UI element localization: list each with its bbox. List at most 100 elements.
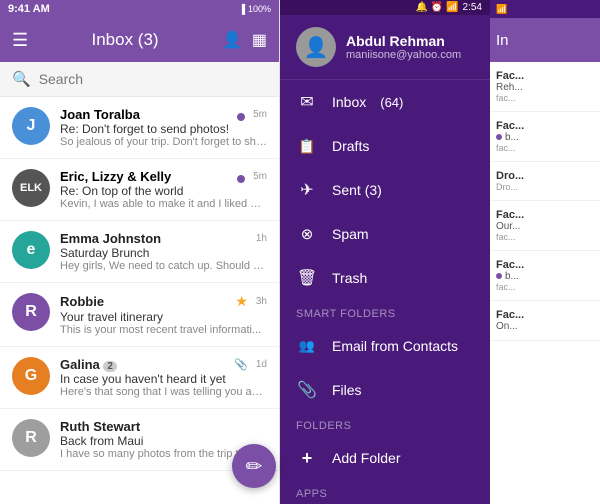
right-preview-2: fac... [496,143,594,153]
nav-item-sent[interactable]: ✈ Sent (3) [280,168,490,212]
email-meta-5: 📎 1d [234,358,267,371]
time-2: 5m [253,171,267,182]
spam-icon: ⊗ [296,223,318,245]
preview-3: Hey girls, We need to catch up. Should I… [60,260,267,272]
right-subject-1: Reh... [496,82,594,93]
right-email-2[interactable]: Fac... b... fac... [490,112,600,162]
subject-5: In case you haven't heard it yet [60,372,267,386]
email-top-3: Emma Johnston 1h [60,231,267,246]
preview-1: So jealous of your trip. Don't forget to… [60,136,267,148]
right-sender-4: Fac... [496,209,594,221]
email-item-1[interactable]: J Joan Toralba 5m Re: Don't forget to se… [0,97,279,159]
nav-item-files[interactable]: 📎 Files [280,368,490,412]
email-item-5[interactable]: G Galina 2 📎 1d In case you haven't hear… [0,347,279,409]
search-input[interactable] [39,71,267,87]
sender-5: Galina 2 [60,357,117,372]
nav-item-contacts[interactable]: 👥 Email from Contacts [280,324,490,368]
email-top-2: Eric, Lizzy & Kelly 5m [60,169,267,184]
inbox-icon: ✉ [296,91,318,113]
email-item-4[interactable]: R Robbie ★ 3h Your travel itinerary This… [0,283,279,347]
header-icons: 👤 ▦ [222,30,267,50]
email-item-3[interactable]: e Emma Johnston 1h Saturday Brunch Hey g… [0,221,279,283]
email-content-2: Eric, Lizzy & Kelly 5m Re: On top of the… [60,169,267,210]
star-icon-4: ★ [235,293,248,310]
apps-label: Apps [280,480,490,504]
right-subject-2: b... [496,132,594,143]
nav-status-icons: 🔔 ⏰ 📶 [416,2,459,13]
email-meta-1: 5m [237,109,267,121]
sender-4: Robbie [60,294,104,309]
nav-item-inbox[interactable]: ✉ Inbox (64) [280,80,490,124]
subject-2: Re: On top of the world [60,184,267,198]
nav-label-contacts: Email from Contacts [332,338,458,354]
email-item-2[interactable]: ELK Eric, Lizzy & Kelly 5m Re: On top of… [0,159,279,221]
sender-3: Emma Johnston [60,231,161,246]
nav-count-inbox: (64) [380,95,403,110]
right-email-5[interactable]: Fac... b... fac... [490,251,600,301]
right-sender-5: Fac... [496,259,594,271]
preview-5: Here's that song that I was telling you … [60,386,267,398]
right-subject-6: On... [496,321,594,332]
account-icon[interactable]: 👤 [222,30,242,50]
nav-item-drafts[interactable]: 📋 Drafts [280,124,490,168]
email-top-5: Galina 2 📎 1d [60,357,267,372]
hamburger-menu-icon[interactable]: ☰ [12,30,28,51]
trash-icon: 🗑 [296,267,318,289]
right-sender-2: Fac... [496,120,594,132]
nav-status-bar: 🔔 ⏰ 📶 2:54 [280,0,490,15]
time-1: 5m [253,109,267,120]
right-header: In [490,18,600,62]
contacts-icon: 👥 [296,335,318,357]
email-top-1: Joan Toralba 5m [60,107,267,122]
time-3: 1h [256,233,267,244]
avatar-6: R [12,419,50,457]
inbox-title: Inbox (3) [92,30,159,50]
unread-dot-1 [237,113,245,121]
unread-dot-2 [237,175,245,183]
compose-icon[interactable]: ▦ [252,30,267,50]
avatar-3: e [12,231,50,269]
right-status-bar: 📶 [490,0,600,18]
nav-status-time: 2:54 [463,2,482,13]
email-meta-4: ★ 3h [235,293,267,310]
nav-label-drafts: Drafts [332,138,369,154]
badge-5: 2 [103,361,117,372]
inbox-panel: 9:41 AM ▐ 100% ☰ Inbox (3) 👤 ▦ 🔍 J Joan … [0,0,280,504]
compose-fab-button[interactable]: ✏ [232,444,276,488]
right-preview-3: Dro... [496,182,594,192]
nav-item-add-folder[interactable]: + Add Folder [280,436,490,480]
right-email-4[interactable]: Fac... Our... fac... [490,201,600,251]
inbox-header: ☰ Inbox (3) 👤 ▦ [0,18,279,62]
battery-level: 100% [248,4,271,14]
nav-user-header[interactable]: 👤 Abdul Rehman maniisone@yahoo.com [280,15,490,80]
right-subject-4: Our... [496,221,594,232]
nav-label-spam: Spam [332,226,369,242]
right-status-icons: 📶 [496,4,507,15]
preview-4: This is your most recent travel informat… [60,324,267,336]
avatar-4: R [12,293,50,331]
subject-1: Re: Don't forget to send photos! [60,122,267,136]
nav-user-info: Abdul Rehman maniisone@yahoo.com [346,33,461,61]
add-folder-icon: + [296,447,318,469]
right-email-6[interactable]: Fac... On... [490,301,600,341]
right-email-3[interactable]: Dro... Dro... [490,162,600,201]
nav-label-sent: Sent (3) [332,182,382,198]
files-icon: 📎 [296,379,318,401]
right-subject-5: b... [496,271,594,282]
right-preview-4: fac... [496,232,594,242]
avatar-5: G [12,357,50,395]
nav-label-files: Files [332,382,362,398]
sent-icon: ✈ [296,179,318,201]
email-content-1: Joan Toralba 5m Re: Don't forget to send… [60,107,267,148]
sender-1: Joan Toralba [60,107,140,122]
sender-6: Ruth Stewart [60,419,140,434]
nav-item-trash[interactable]: 🗑 Trash [280,256,490,300]
subject-4: Your travel itinerary [60,310,267,324]
right-header-title: In [496,32,509,49]
email-meta-2: 5m [237,171,267,183]
sender-2: Eric, Lizzy & Kelly [60,169,171,184]
subject-6: Back from Maui [60,434,267,448]
email-content-4: Robbie ★ 3h Your travel itinerary This i… [60,293,267,336]
nav-item-spam[interactable]: ⊗ Spam [280,212,490,256]
right-email-1[interactable]: Fac... Reh... fac... [490,62,600,112]
